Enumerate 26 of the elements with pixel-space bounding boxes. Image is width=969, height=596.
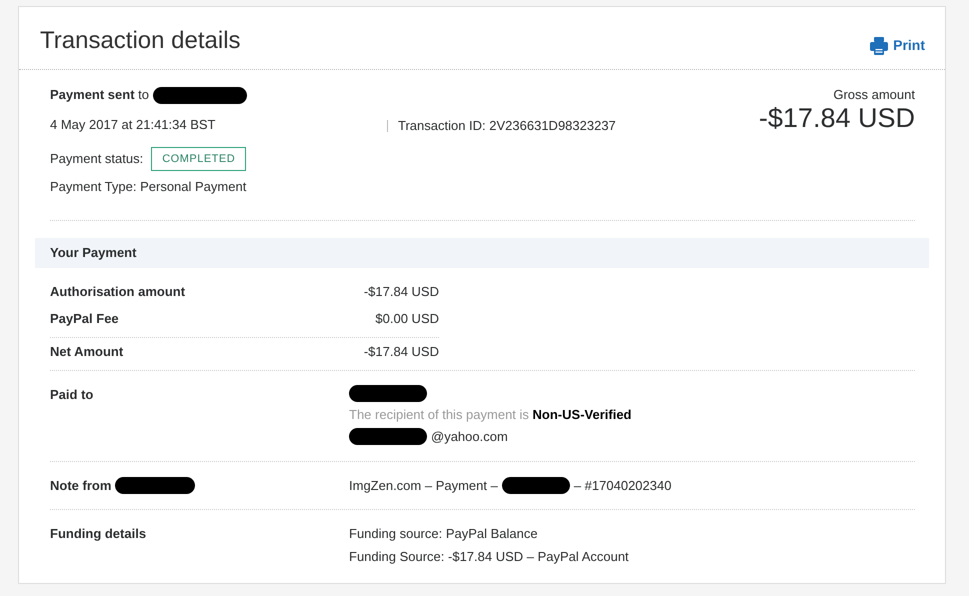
amount-label: PayPal Fee (50, 310, 120, 328)
detail-value: @yahoo.com (431, 428, 508, 446)
amount-value: -$17.84 USD (362, 282, 439, 300)
amount-label: Authorisation amount (50, 282, 186, 300)
detail-value: – #17040202340 (574, 476, 672, 494)
gross-amount-label: Gross amount (832, 86, 915, 104)
detail-label: Note from (50, 476, 112, 494)
status-label: Payment status: (50, 150, 144, 168)
payment-sent-label: Payment sent to (50, 86, 150, 104)
recipient-note: The recipient of this payment is Non-US-Verified (349, 406, 632, 424)
detail-value: Funding source: PayPal Balance (349, 525, 538, 543)
print-link[interactable]: Print (869, 35, 925, 56)
payment-type: Payment Type: Personal Payment (50, 179, 246, 194)
gross-amount: -$17.84 USD (758, 103, 915, 133)
detail-value: ImgZen.com – Payment – (349, 476, 498, 495)
transaction-id: Transaction ID: 2V236631D98323237 (398, 117, 616, 135)
detail-label: Paid to (50, 386, 94, 404)
amount-value: -$17.84 USD (362, 342, 439, 360)
amount-value: $0.00 USD (374, 310, 439, 328)
page-title: Transaction details (40, 27, 241, 55)
section-heading: Your Payment (35, 238, 929, 268)
status-badge: COMPLETED (151, 147, 246, 171)
detail-value: Funding Source: -$17.84 USD – PayPal Account (349, 548, 629, 566)
detail-label: Funding details (50, 525, 146, 543)
transaction-date: 4 May 2017 at 21:41:34 BST (50, 117, 216, 132)
amount-label: Net Amount (50, 342, 124, 360)
